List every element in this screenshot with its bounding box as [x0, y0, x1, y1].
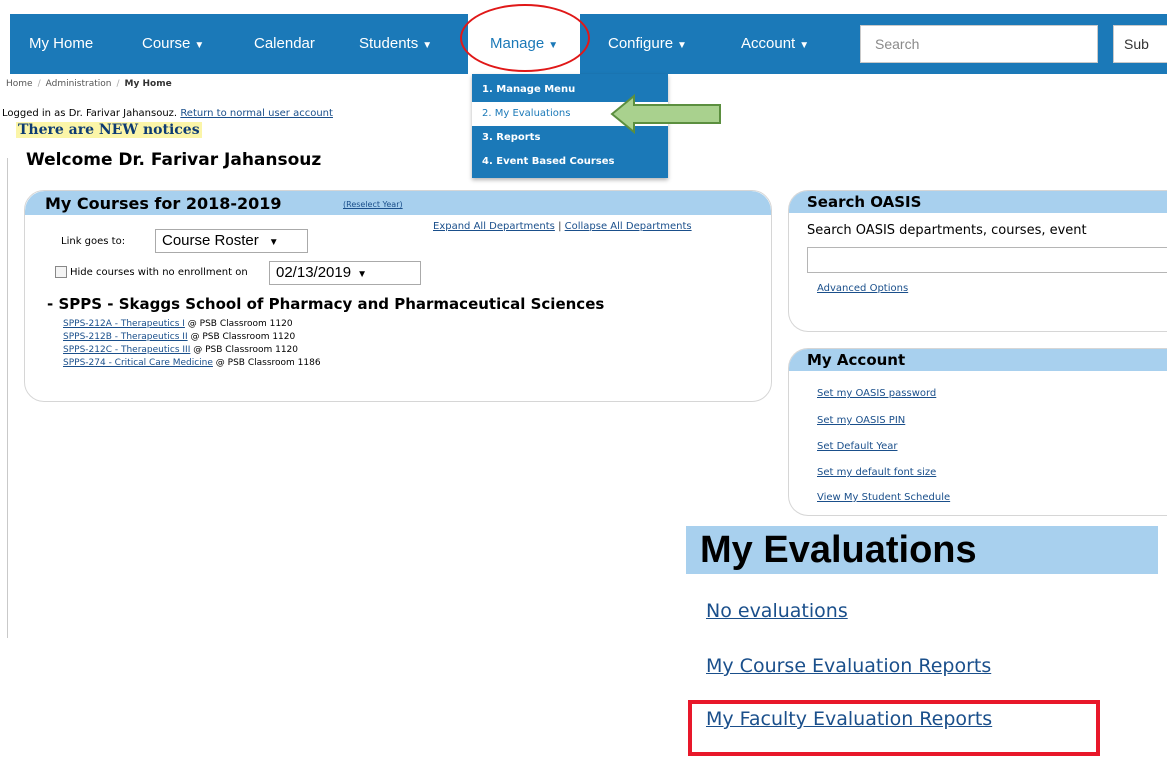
login-status: Logged in as Dr. Farivar Jahansouz. Retu… — [2, 108, 333, 119]
nav-label: Configure — [608, 35, 674, 52]
annotation-arrow-icon — [610, 94, 721, 134]
breadcrumb-administration[interactable]: Administration — [46, 79, 112, 89]
caret-down-icon: ▼ — [422, 40, 433, 51]
select-value: 02/13/2019 — [276, 264, 352, 281]
courses-title: My Courses for 2018-2019 — [45, 194, 282, 213]
nav-label: My Home — [29, 35, 94, 52]
set-font-size-link[interactable]: Set my default font size — [817, 467, 936, 478]
nav-course[interactable]: Course ▼ — [142, 14, 204, 74]
my-evaluations-header: My Evaluations — [686, 526, 1158, 574]
nav-label: Students — [359, 35, 419, 52]
nav-account[interactable]: Account ▼ — [741, 14, 809, 74]
caret-down-icon: ▼ — [268, 237, 279, 248]
my-account-title: My Account — [807, 351, 906, 369]
enrollment-date-select[interactable]: 02/13/2019 ▼ — [269, 261, 421, 285]
course-link[interactable]: SPPS-274 - Critical Care Medicine — [63, 358, 213, 368]
reselect-year-link[interactable]: (Reselect Year) — [343, 200, 403, 209]
divider — [7, 158, 8, 638]
course-row: SPPS-212A - Therapeutics I @ PSB Classro… — [63, 319, 293, 329]
nav-students[interactable]: Students ▼ — [359, 14, 432, 74]
course-row: SPPS-274 - Critical Care Medicine @ PSB … — [63, 358, 321, 368]
set-password-link[interactable]: Set my OASIS password — [817, 388, 936, 399]
set-pin-link[interactable]: Set my OASIS PIN — [817, 415, 905, 426]
course-location: @ PSB Classroom 1120 — [187, 319, 293, 329]
course-location: @ PSB Classroom 1120 — [190, 332, 296, 342]
annotation-highlight-box — [688, 700, 1100, 756]
login-text: Logged in as Dr. Farivar Jahansouz. — [2, 108, 178, 119]
department-toggle-links: Expand All Departments | Collapse All De… — [433, 221, 692, 232]
course-location: @ PSB Classroom 1186 — [215, 358, 321, 368]
search-input[interactable]: Search — [860, 25, 1098, 63]
my-courses-panel: My Courses for 2018-2019 (Reselect Year)… — [24, 190, 772, 402]
search-oasis-title: Search OASIS — [807, 193, 922, 211]
link-separator: | — [558, 221, 562, 232]
hide-courses-label: Hide courses with no enrollment on — [70, 267, 248, 278]
oasis-search-input[interactable] — [807, 247, 1167, 273]
caret-down-icon: ▼ — [357, 269, 367, 280]
advanced-options-link[interactable]: Advanced Options — [817, 283, 908, 294]
collapse-all-link[interactable]: Collapse All Departments — [565, 221, 692, 232]
breadcrumb: Home / Administration / My Home — [6, 79, 172, 89]
return-to-user-link[interactable]: Return to normal user account — [180, 108, 333, 119]
expand-all-link[interactable]: Expand All Departments — [433, 221, 555, 232]
search-oasis-description: Search OASIS departments, courses, event — [807, 223, 1087, 238]
select-value: Course Roster — [162, 232, 259, 249]
caret-down-icon: ▼ — [677, 40, 687, 51]
breadcrumb-current: My Home — [124, 79, 172, 89]
menu-item-event-based-courses[interactable]: 4. Event Based Courses — [472, 150, 668, 174]
my-evaluations-title: My Evaluations — [700, 529, 977, 571]
view-student-schedule-link[interactable]: View My Student Schedule — [817, 492, 950, 503]
nav-label: Course — [142, 35, 191, 52]
course-link[interactable]: SPPS-212B - Therapeutics II — [63, 332, 188, 342]
nav-calendar[interactable]: Calendar — [254, 14, 315, 74]
caret-down-icon: ▼ — [799, 40, 810, 51]
course-location: @ PSB Classroom 1120 — [193, 345, 298, 355]
submit-button[interactable]: Sub — [1113, 25, 1167, 63]
new-notices-link[interactable]: There are NEW notices — [16, 122, 202, 138]
course-row: SPPS-212B - Therapeutics II @ PSB Classr… — [63, 332, 295, 342]
welcome-heading: Welcome Dr. Farivar Jahansouz — [26, 150, 322, 170]
link-goes-select[interactable]: Course Roster ▼ — [155, 229, 308, 253]
link-goes-label: Link goes to: — [61, 236, 126, 247]
search-oasis-panel: Search OASIS Search OASIS departments, c… — [788, 190, 1167, 332]
breadcrumb-separator: / — [116, 79, 120, 89]
set-default-year-link[interactable]: Set Default Year — [817, 441, 898, 452]
course-row: SPPS-212C - Therapeutics III @ PSB Class… — [63, 345, 298, 355]
breadcrumb-home[interactable]: Home — [6, 79, 33, 89]
my-account-panel: My Account Set my OASIS password Set my … — [788, 348, 1167, 516]
caret-down-icon: ▼ — [194, 40, 205, 51]
course-evaluation-reports-link[interactable]: My Course Evaluation Reports — [706, 655, 991, 677]
nav-label: Calendar — [254, 35, 315, 52]
nav-configure[interactable]: Configure ▼ — [608, 14, 687, 74]
nav-label: Account — [741, 35, 796, 52]
nav-my-home[interactable]: My Home — [29, 14, 93, 74]
no-evaluations-link[interactable]: No evaluations — [706, 600, 848, 622]
hide-courses-checkbox[interactable] — [55, 266, 67, 278]
breadcrumb-separator: / — [37, 79, 41, 89]
department-title[interactable]: - SPPS - Skaggs School of Pharmacy and P… — [47, 295, 604, 313]
annotation-circle — [460, 4, 590, 72]
course-link[interactable]: SPPS-212A - Therapeutics I — [63, 319, 185, 329]
course-link[interactable]: SPPS-212C - Therapeutics III — [63, 345, 190, 355]
